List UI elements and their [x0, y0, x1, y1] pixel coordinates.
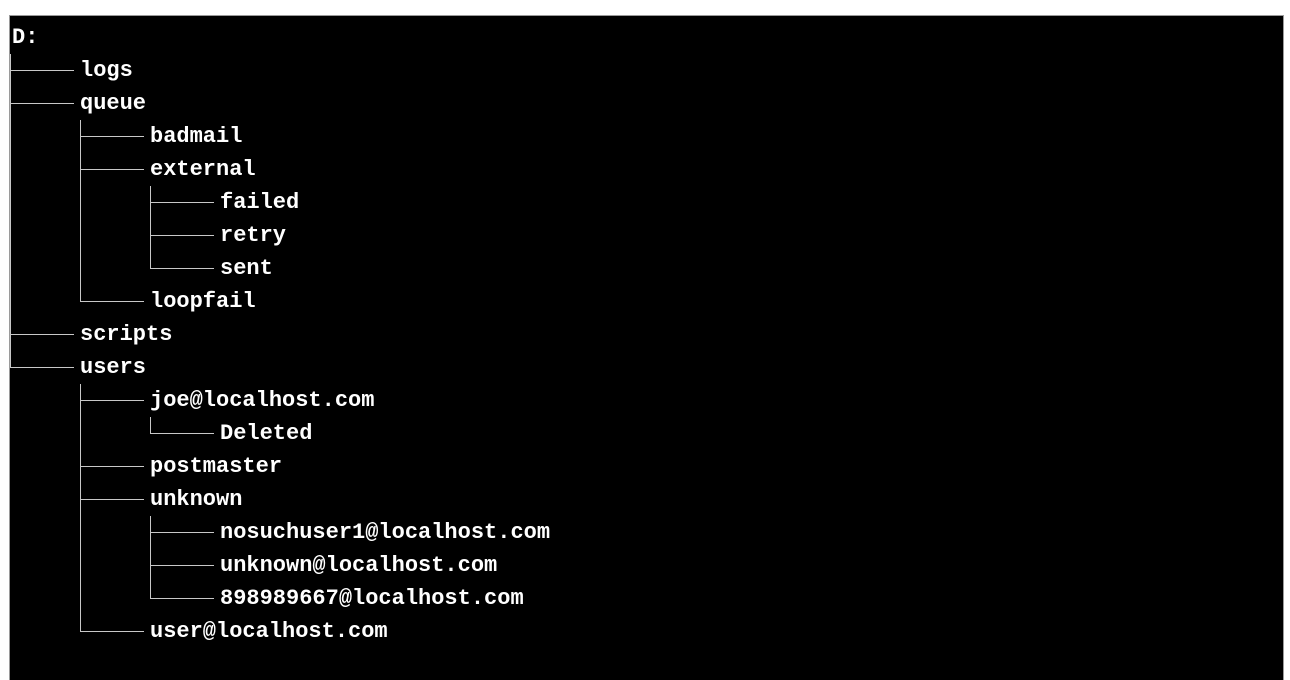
tree-root: D: — [10, 21, 1283, 54]
tree-branch-horizontal — [10, 334, 74, 335]
tree-node-label: postmaster — [150, 454, 283, 479]
tree-guide-line — [10, 153, 11, 186]
tree-node: sent — [10, 252, 1283, 285]
tree-node-label: logs — [80, 58, 133, 83]
tree-node-label: user@localhost.com — [150, 619, 388, 644]
tree-node: joe@localhost.com — [10, 384, 1283, 417]
tree-branch-horizontal — [150, 532, 214, 533]
tree-node: 898989667@localhost.com — [10, 582, 1283, 615]
tree-node-label: external — [150, 157, 256, 182]
tree-branch-horizontal — [80, 400, 144, 401]
tree-guide-line — [80, 417, 81, 450]
tree-branch-horizontal — [150, 598, 214, 599]
tree-branch-horizontal — [80, 169, 144, 170]
tree-node: external — [10, 153, 1283, 186]
tree-branch-horizontal — [150, 565, 214, 566]
tree-node: nosuchuser1@localhost.com — [10, 516, 1283, 549]
tree-guide-line — [10, 120, 11, 153]
tree-branch-horizontal — [10, 103, 74, 104]
tree-branch-horizontal — [80, 466, 144, 467]
tree-node-label: failed — [220, 190, 300, 215]
tree-guide-line — [10, 186, 11, 219]
tree-node: unknown — [10, 483, 1283, 516]
tree-node: user@localhost.com — [10, 615, 1283, 648]
tree-branch-vertical — [150, 582, 151, 599]
tree-node-label: retry — [220, 223, 287, 248]
tree-node: retry — [10, 219, 1283, 252]
tree-node-label: nosuchuser1@localhost.com — [220, 520, 551, 545]
tree-node-label: unknown@localhost.com — [220, 553, 498, 578]
tree-node: badmail — [10, 120, 1283, 153]
tree-branch-horizontal — [150, 433, 214, 434]
tree-guide-line — [10, 252, 11, 285]
tree-branch-horizontal — [150, 268, 214, 269]
tree-guide-line — [80, 252, 81, 285]
tree-node: failed — [10, 186, 1283, 219]
tree-branch-horizontal — [150, 202, 214, 203]
tree-branch-vertical — [150, 417, 151, 434]
tree-branch-horizontal — [80, 136, 144, 137]
tree-branch-horizontal — [150, 235, 214, 236]
tree-node-label: 898989667@localhost.com — [220, 586, 524, 611]
tree-node: users — [10, 351, 1283, 384]
directory-tree: D: logs queue badmail external failed retry sen… — [10, 21, 1283, 648]
tree-guide-line — [80, 549, 81, 582]
tree-node-label: joe@localhost.com — [150, 388, 375, 413]
tree-node: loopfail — [10, 285, 1283, 318]
tree-branch-horizontal — [10, 367, 74, 368]
tree-guide-line — [10, 219, 11, 252]
tree-branch-horizontal — [80, 499, 144, 500]
tree-guide-line — [80, 186, 81, 219]
tree-node: scripts — [10, 318, 1283, 351]
tree-branch-vertical — [80, 285, 81, 302]
tree-branch-vertical — [150, 252, 151, 269]
tree-node-label: scripts — [80, 322, 173, 347]
tree-node: Deleted — [10, 417, 1283, 450]
tree-guide-line — [80, 516, 81, 549]
tree-node-label: badmail — [150, 124, 243, 149]
tree-branch-horizontal — [10, 70, 74, 71]
tree-node: logs — [10, 54, 1283, 87]
tree-branch-horizontal — [80, 301, 144, 302]
tree-branch-vertical — [80, 615, 81, 632]
tree-node-label: loopfail — [150, 289, 256, 314]
tree-node-label: sent — [220, 256, 273, 281]
tree-node-label: D: — [12, 25, 39, 50]
tree-node-label: queue — [80, 91, 147, 116]
tree-node-label: users — [80, 355, 147, 380]
tree-guide-line — [10, 285, 11, 318]
tree-node: queue — [10, 87, 1283, 120]
tree-guide-line — [80, 219, 81, 252]
tree-branch-vertical — [10, 351, 11, 368]
tree-node: unknown@localhost.com — [10, 549, 1283, 582]
tree-node-label: Deleted — [220, 421, 313, 446]
console-window[interactable]: D: logs queue badmail external failed retry sen… — [9, 15, 1284, 680]
tree-guide-line — [80, 582, 81, 615]
tree-branch-horizontal — [80, 631, 144, 632]
tree-node: postmaster — [10, 450, 1283, 483]
tree-node-label: unknown — [150, 487, 243, 512]
